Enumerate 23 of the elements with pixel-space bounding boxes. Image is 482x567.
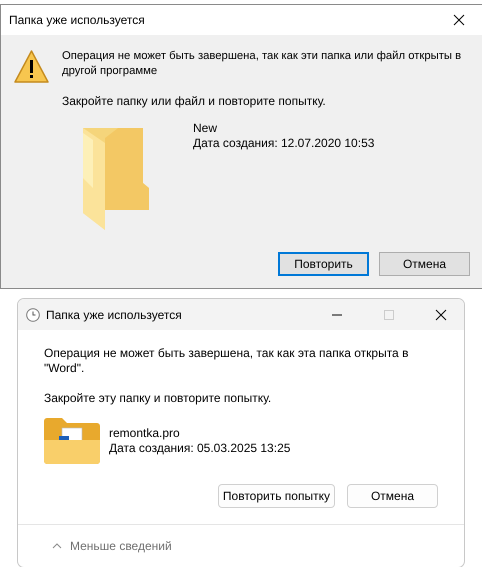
maximize-icon	[384, 310, 394, 320]
window-title: Папка уже используется	[9, 13, 146, 27]
warning-icon	[13, 49, 50, 84]
instruction-text: Закройте эту папку и повторите попытку.	[44, 391, 272, 406]
dialog-button[interactable]: Повторить	[278, 252, 369, 276]
folder-name: remontka.pro	[109, 426, 181, 441]
chevron-icon	[52, 543, 62, 549]
creation-date: Дата создания: 12.07.2020 10:53	[193, 136, 374, 151]
creation-date: Дата создания: 05.03.2025 13:25	[109, 441, 290, 456]
dialog-button[interactable]: Отмена	[347, 484, 438, 508]
folder-name: New	[193, 121, 218, 136]
window-title: Папка уже используется	[46, 308, 183, 322]
dialog-button[interactable]: Повторить попытку	[218, 484, 335, 508]
close-icon[interactable]	[435, 308, 447, 320]
error-message: Операция не может быть завершена, так как эти папка или файл открыты в другой программе	[62, 49, 462, 79]
dialog-button[interactable]: Отмена	[379, 252, 470, 276]
minimize-icon[interactable]	[332, 314, 342, 316]
close-icon[interactable]	[453, 14, 465, 26]
details-toggle[interactable]: Меньше сведений	[52, 539, 172, 553]
error-message: Операция не может быть завершена, так как эта папка открыта в "Word".	[44, 346, 410, 376]
instruction-text: Закройте папку или файл и повторите попытку.	[62, 94, 327, 109]
folder-icon	[44, 418, 100, 464]
clock-icon	[26, 308, 40, 322]
